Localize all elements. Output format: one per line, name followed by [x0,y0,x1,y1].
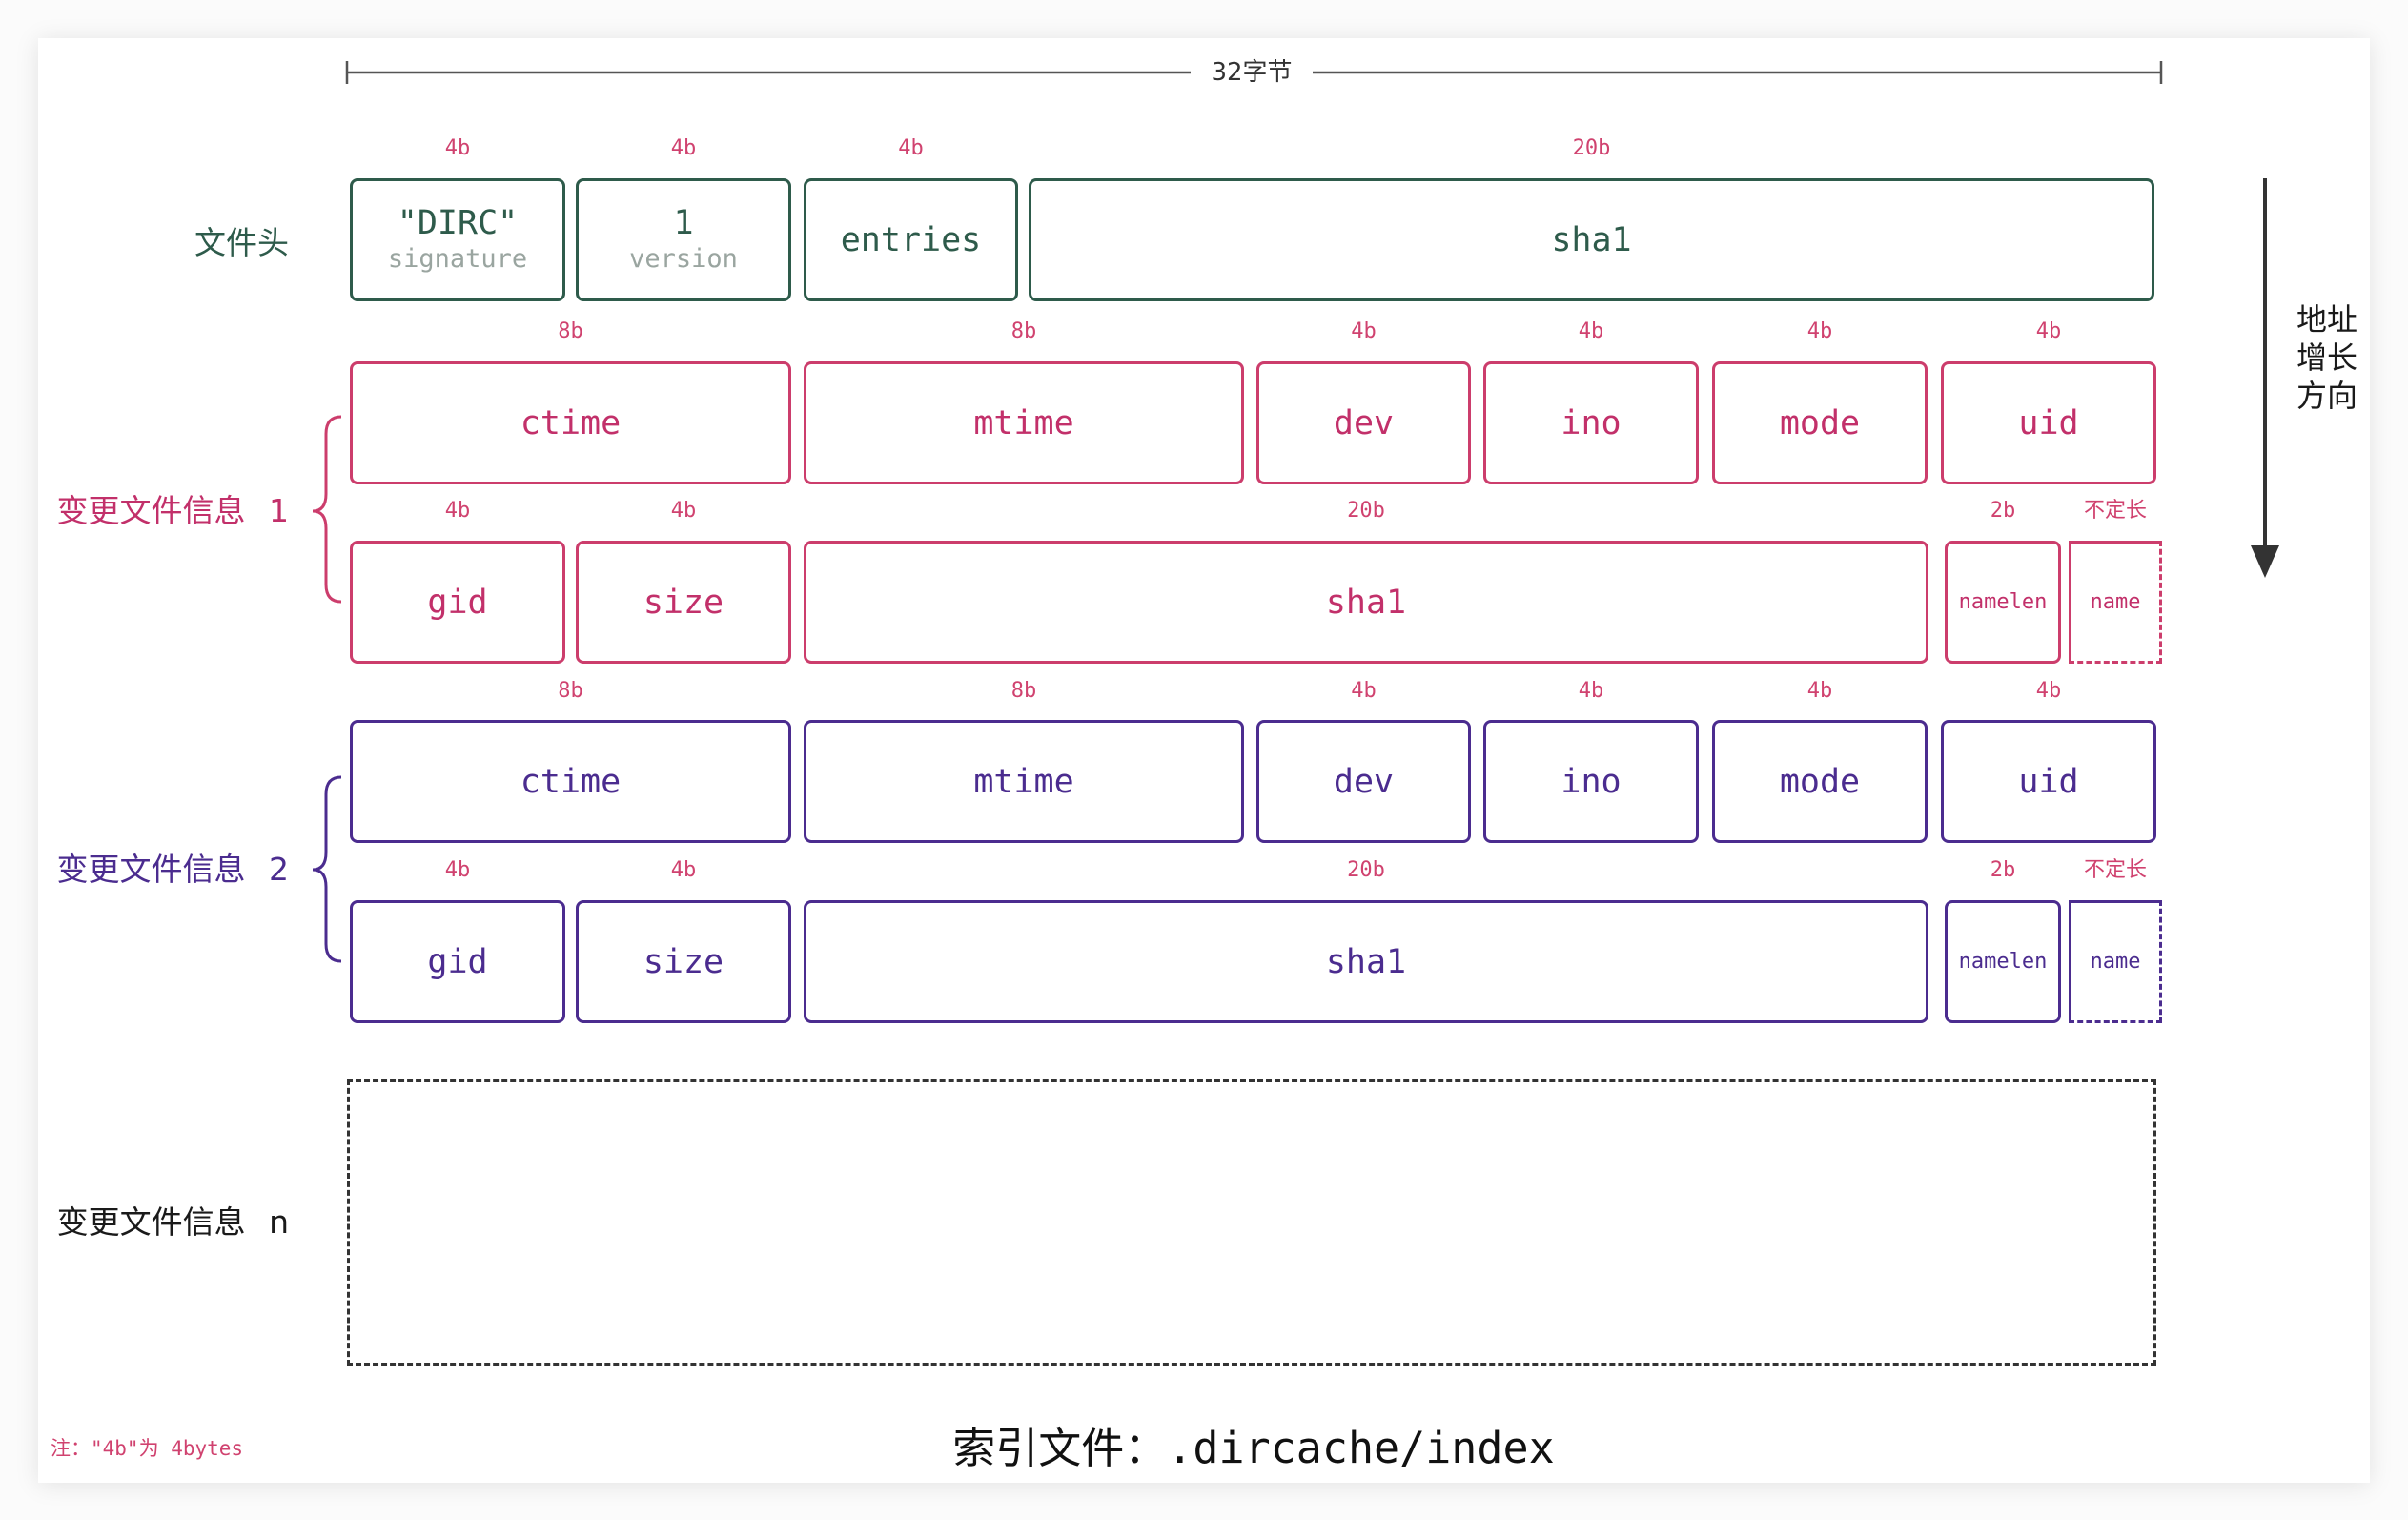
entry-n-label: 变更文件信息 n [56,1203,289,1241]
entry-2-field-name: name [2069,900,2162,1023]
entry-2-field-mode: mode [1712,720,1928,843]
size-label: 4b [898,136,924,160]
entry-1-field-size: size [576,541,791,664]
field-name: "DIRC" [397,203,519,242]
size-label: 8b [558,319,583,343]
field-name: 1 [673,203,694,242]
size-label: 8b [1010,679,1037,703]
entry-n-placeholder-box [347,1079,2156,1366]
header-field-signature: "DIRC" signature [350,178,565,301]
address-direction-label-line: 方向 [2296,378,2357,414]
entry-1-field-dev: dev [1256,361,1471,484]
size-label: 2b [1990,858,2016,882]
field-name: uid [2018,403,2079,442]
entry-1-field-ino: ino [1483,361,1699,484]
entry-1-field-gid: gid [350,541,565,664]
field-name: mode [1779,762,1861,801]
field-name: name [2090,589,2141,614]
field-name: ino [1561,762,1622,801]
field-name: ino [1561,403,1622,442]
address-direction-label-line: 增长 [2296,339,2357,376]
entry-2-field-size: size [576,900,791,1023]
field-name: ctime [520,403,622,442]
entry-2-field-gid: gid [350,900,565,1023]
field-name: gid [427,942,488,981]
field-name: name [2090,949,2141,974]
header-field-sha1: sha1 [1029,178,2154,301]
field-description: version [629,243,738,274]
header-field-entries: entries [804,178,1018,301]
size-label: 4b [444,499,471,523]
footnote: 注："4b"为 4bytes [51,1437,244,1460]
field-name: dev [1333,762,1395,801]
entry-2-field-sha1: sha1 [804,900,1928,1023]
size-label: 4b [670,858,697,882]
entry-2-field-dev: dev [1256,720,1471,843]
field-name: mode [1779,403,1861,442]
size-label: 20b [1347,858,1385,882]
field-name: uid [2018,762,2079,801]
size-label: 4b [1806,679,1833,703]
field-name: mtime [973,762,1074,801]
entry-2-field-mtime: mtime [804,720,1244,843]
file-header-label: 文件头 [194,224,289,261]
field-name: size [643,583,724,622]
size-label: 2b [1990,499,2016,523]
size-label: 4b [2035,679,2062,703]
size-label: 不定长 [2083,858,2147,882]
field-name: sha1 [1325,942,1407,981]
size-label: 4b [444,136,471,160]
field-name: ctime [520,762,622,801]
size-label: 4b [670,499,697,523]
address-direction-label-line: 地址 [2296,301,2357,338]
header-field-version: 1 version [576,178,791,301]
size-label: 4b [1578,319,1604,343]
entry-1-field-name: name [2069,541,2162,664]
entry-2-field-ino: ino [1483,720,1699,843]
size-label: 不定长 [2083,499,2147,523]
entry-2-field-ctime: ctime [350,720,791,843]
entry-1-label: 变更文件信息 1 [56,492,290,529]
entry-2-field-namelen: namelen [1945,900,2061,1023]
width-dimension-label: 32字节 [1211,58,1293,87]
field-name: namelen [1958,589,2048,614]
field-name: mtime [973,403,1074,442]
size-label: 4b [444,858,471,882]
size-label: 4b [2035,319,2062,343]
field-name: sha1 [1551,220,1632,259]
field-description: signature [387,243,528,274]
field-name: sha1 [1325,583,1407,622]
entry-1-field-namelen: namelen [1945,541,2061,664]
entry-1-field-mtime: mtime [804,361,1244,484]
entry-2-field-uid: uid [1941,720,2156,843]
entry-2-label: 变更文件信息 2 [56,851,290,888]
entry-1-field-ctime: ctime [350,361,791,484]
size-label: 20b [1347,499,1385,523]
size-label: 4b [1806,319,1833,343]
field-name: namelen [1958,949,2048,974]
size-label: 4b [1351,319,1377,343]
entry-1-field-uid: uid [1941,361,2156,484]
field-name: size [643,942,724,981]
diagram-canvas: 32字节 地址 增长 方向 文件头 4b 4b 4b 20b "DIRC" si… [0,0,2408,1520]
size-label: 20b [1572,136,1611,160]
field-name: dev [1333,403,1395,442]
entry-1-field-mode: mode [1712,361,1928,484]
field-name: gid [427,583,488,622]
diagram-title: 索引文件：.dircache/index [952,1423,1555,1473]
field-name: entries [840,220,982,259]
size-label: 4b [1351,679,1377,703]
size-label: 4b [1578,679,1604,703]
size-label: 8b [558,679,583,703]
entry-1-field-sha1: sha1 [804,541,1928,664]
size-label: 4b [670,136,697,160]
size-label: 8b [1010,319,1037,343]
